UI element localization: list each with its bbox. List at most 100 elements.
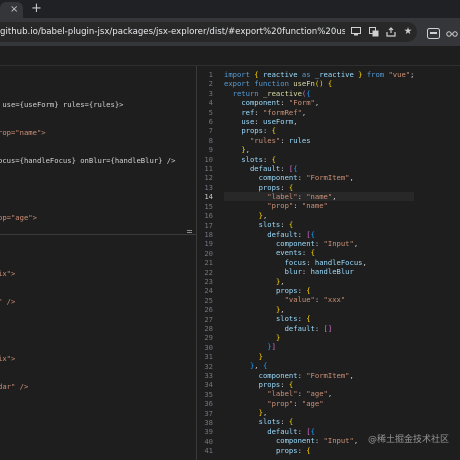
line-number: 23 bbox=[204, 276, 213, 286]
line-number: 13 bbox=[204, 182, 213, 192]
code-line: component: "Form", bbox=[241, 98, 320, 108]
line-number: 8 bbox=[208, 135, 213, 145]
line-number: 11 bbox=[204, 164, 213, 174]
line-number: 39 bbox=[204, 427, 213, 437]
code-line: props: { bbox=[241, 126, 276, 136]
watermark: @稀土掘金技术社区 bbox=[368, 435, 450, 445]
address-bar[interactable]: github.io/babel-plugin-jsx/packages/jsx-… bbox=[0, 22, 417, 42]
code-line: "label": "age", bbox=[267, 389, 333, 399]
code-line: focus: handleFocus, bbox=[284, 257, 367, 267]
code-line: }, bbox=[258, 210, 268, 220]
code-line: default: [{ bbox=[267, 229, 315, 239]
line-number: 37 bbox=[204, 408, 213, 418]
code-line: } bbox=[258, 351, 263, 361]
line-number-gutter: 1 2 3 4 5 6 7 8 9 10 11 12 13 14 15 16 17 18 19 20 21 22 23 24 2… bbox=[193, 70, 213, 456]
header-divider bbox=[0, 65, 460, 66]
line-number: 29 bbox=[204, 333, 213, 343]
extension-1-icon[interactable] bbox=[427, 24, 440, 39]
code-line: "prop": "age" bbox=[267, 398, 324, 408]
translate-icon[interactable] bbox=[367, 22, 381, 42]
line-number: 5 bbox=[208, 107, 213, 117]
line-number: 36 bbox=[204, 399, 213, 409]
line-number: 12 bbox=[204, 173, 213, 183]
code-line: ocus={handleFocus} onBlur={handleBlur} /… bbox=[0, 156, 176, 166]
line-number: 30 bbox=[204, 342, 213, 352]
code-line: import { reactive as _reactive } from "v… bbox=[224, 70, 415, 79]
line-number: 33 bbox=[204, 371, 213, 380]
jsx-explorer-page: use={useForm} rules={rules}> rop="name">… bbox=[0, 46, 460, 460]
code-line: op="age"> bbox=[0, 212, 37, 222]
new-tab-button[interactable]: + bbox=[31, 2, 42, 15]
line-number: 32 bbox=[204, 361, 213, 371]
line-number: 15 bbox=[204, 201, 213, 211]
code-line: rop="name"> bbox=[0, 128, 46, 138]
code-line: " /> bbox=[0, 297, 16, 307]
code-line: component: "FormItem", bbox=[258, 173, 354, 183]
url-text[interactable]: github.io/babel-plugin-jsx/packages/jsx-… bbox=[0, 26, 345, 38]
code-line: slots: { bbox=[275, 314, 311, 324]
code-line: slots: { bbox=[241, 154, 276, 164]
output-editor[interactable]: import { reactive as _reactive } from "v… bbox=[224, 70, 415, 455]
line-number: 28 bbox=[204, 323, 213, 333]
line-number: 24 bbox=[204, 286, 213, 296]
code-line: export function useFn() { bbox=[224, 79, 333, 89]
code-line: props: { bbox=[258, 379, 294, 389]
browser-toolbar: github.io/babel-plugin-jsx/packages/jsx-… bbox=[0, 18, 460, 46]
line-number: 10 bbox=[204, 154, 213, 164]
line-number: 25 bbox=[204, 295, 213, 305]
code-line: props: { bbox=[275, 445, 311, 455]
line-number: 1 bbox=[208, 70, 213, 79]
line-number: 14 bbox=[204, 192, 213, 202]
code-line: component: "Input", bbox=[275, 239, 359, 249]
line-number: 35 bbox=[204, 389, 213, 399]
cast-icon[interactable] bbox=[349, 22, 363, 42]
code-line: ix"> bbox=[0, 269, 16, 279]
code-line: }, bbox=[258, 408, 268, 418]
line-number: 18 bbox=[204, 229, 213, 239]
code-line: component: "FormItem", bbox=[258, 370, 354, 380]
close-tab-icon[interactable]: × bbox=[10, 5, 18, 15]
line-number: 7 bbox=[208, 126, 213, 136]
line-number: 22 bbox=[204, 267, 213, 277]
line-number: 38 bbox=[204, 418, 213, 428]
line-number: 34 bbox=[204, 380, 213, 390]
browser-tab[interactable]: × bbox=[0, 2, 23, 18]
line-number: 27 bbox=[204, 314, 213, 324]
code-line: slots: { bbox=[258, 220, 294, 230]
line-number: 6 bbox=[208, 117, 213, 127]
line-number: 21 bbox=[204, 258, 213, 268]
code-line: ix"> bbox=[0, 353, 16, 363]
code-line: "prop": "name" bbox=[267, 201, 328, 211]
code-line: slots: { bbox=[258, 417, 294, 427]
line-number: 20 bbox=[204, 248, 213, 258]
code-line: } bbox=[275, 332, 281, 342]
code-line: props: { bbox=[275, 285, 311, 295]
resize-handle-icon[interactable] bbox=[187, 230, 192, 231]
code-line: "label": "name", bbox=[224, 192, 415, 202]
line-number: 19 bbox=[204, 239, 213, 249]
code-line: }, bbox=[275, 304, 285, 314]
code-line: ref: "formRef", bbox=[241, 107, 307, 117]
line-number: 41 bbox=[204, 446, 213, 456]
input-editor[interactable]: use={useForm} rules={rules}> rop="name">… bbox=[0, 81, 175, 410]
bookmark-star-icon[interactable]: ★ bbox=[401, 22, 415, 42]
line-number: 4 bbox=[208, 98, 213, 108]
code-line: default: [] bbox=[284, 323, 333, 333]
share-icon[interactable] bbox=[384, 22, 398, 42]
line-number: 3 bbox=[208, 88, 213, 98]
line-number: 9 bbox=[208, 145, 213, 155]
code-line: return _reactive({ bbox=[232, 88, 311, 98]
line-number: 40 bbox=[204, 436, 213, 446]
resize-handle-icon-lower[interactable] bbox=[187, 232, 192, 233]
line-number: 31 bbox=[204, 352, 213, 362]
line-number: 2 bbox=[208, 79, 213, 89]
code-line: }, bbox=[241, 145, 250, 155]
code-line: dar" /> bbox=[0, 381, 29, 391]
code-line: events: { bbox=[275, 248, 315, 258]
code-line: use={useForm} rules={rules}> bbox=[0, 99, 124, 109]
extension-2-icon[interactable] bbox=[446, 24, 459, 37]
code-line: }] bbox=[267, 342, 276, 352]
